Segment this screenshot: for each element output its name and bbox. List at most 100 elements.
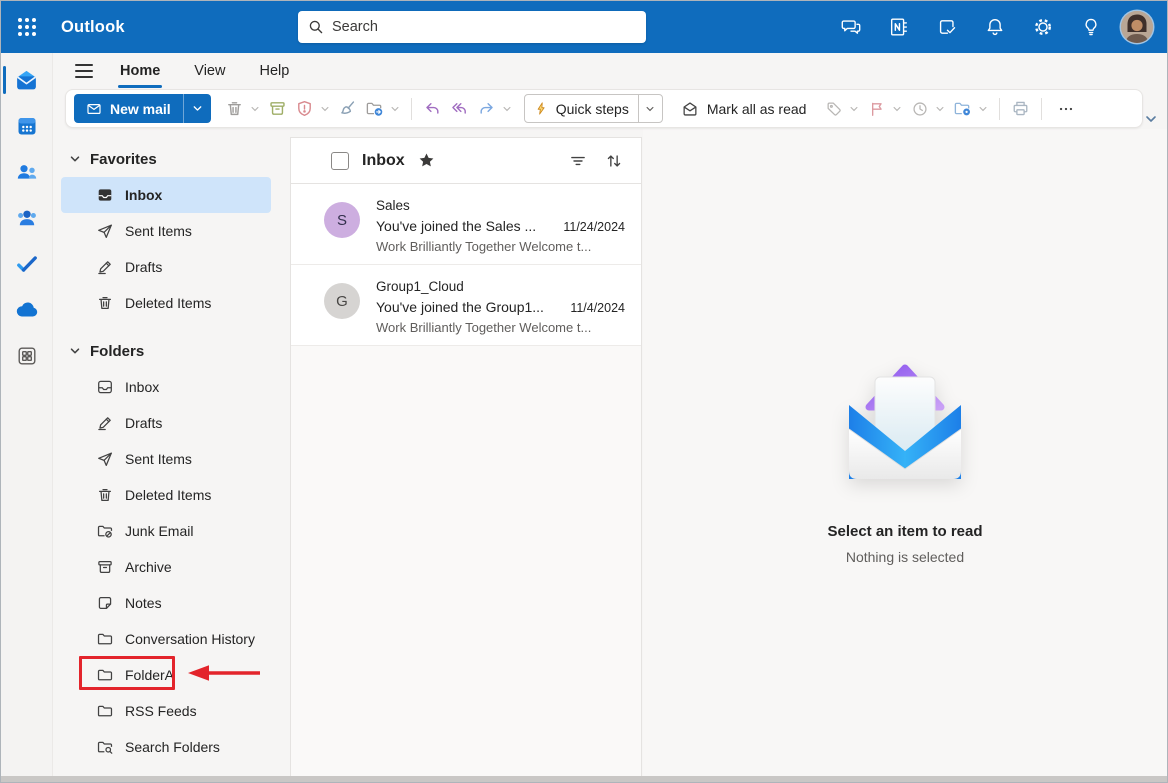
chevron-down-icon — [935, 104, 945, 114]
todo-app-icon — [15, 252, 39, 276]
folder-item-rss-feeds[interactable]: RSS Feeds — [61, 693, 271, 729]
quick-steps-split-button[interactable]: Quick steps — [524, 94, 663, 123]
favorite-item-deleted-items[interactable]: Deleted Items — [61, 285, 271, 321]
mark-all-as-read-button[interactable]: Mark all as read — [671, 95, 817, 123]
quick-steps-dropdown[interactable] — [638, 95, 662, 122]
todo-panel-button[interactable] — [923, 1, 971, 53]
archive-button[interactable] — [264, 95, 291, 123]
snooze-dropdown[interactable] — [933, 95, 947, 123]
delete-dropdown[interactable] — [248, 95, 262, 123]
folder-item-sent-items[interactable]: Sent Items — [61, 441, 271, 477]
reading-pane: Select an item to read Nothing is select… — [643, 129, 1167, 776]
people-app-icon — [15, 160, 39, 184]
folder-item-junk-email[interactable]: Junk Email — [61, 513, 271, 549]
new-mail-dropdown[interactable] — [183, 94, 211, 123]
new-mail-button[interactable]: New mail — [74, 94, 183, 123]
report-dropdown[interactable] — [318, 95, 332, 123]
groups-app-icon — [15, 206, 39, 230]
flag-dropdown[interactable] — [890, 95, 904, 123]
folder-item-drafts[interactable]: Drafts — [61, 405, 271, 441]
email-content: Sales You've joined the Sales ... 11/24/… — [376, 196, 627, 264]
window-bottom-scrollbar[interactable] — [1, 776, 1167, 782]
favorite-star-icon[interactable] — [418, 152, 435, 169]
quick-steps-button[interactable]: Quick steps — [525, 101, 638, 117]
lightbulb-icon — [1080, 16, 1102, 38]
more-ellipsis-icon — [1057, 100, 1075, 118]
tab-home[interactable]: Home — [105, 53, 175, 89]
archive-icon — [268, 99, 287, 118]
tips-button[interactable] — [1067, 1, 1115, 53]
folder-item-foldera[interactable]: FolderA — [61, 657, 271, 693]
clock-icon — [911, 100, 929, 118]
email-row-group1-cloud[interactable]: G Group1_Cloud You've joined the Group1.… — [291, 265, 641, 346]
email-sender: Sales — [376, 196, 627, 216]
move-to-button[interactable] — [361, 95, 388, 123]
reply-button[interactable] — [419, 95, 446, 123]
folder-item-inbox[interactable]: Inbox — [61, 369, 271, 405]
folder-item-notes[interactable]: Notes — [61, 585, 271, 621]
folder-item-search-folders[interactable]: Search Folders — [61, 729, 271, 765]
flag-button[interactable] — [863, 95, 890, 123]
filter-icon[interactable] — [569, 152, 587, 170]
categorize-button[interactable] — [820, 95, 847, 123]
email-sender: Group1_Cloud — [376, 277, 627, 297]
move-to-dropdown[interactable] — [388, 95, 402, 123]
tab-help[interactable]: Help — [244, 53, 304, 89]
folder-item-conversation-history[interactable]: Conversation History — [61, 621, 271, 657]
favorite-item-drafts[interactable]: Drafts — [61, 249, 271, 285]
folder-item-deleted-items[interactable]: Deleted Items — [61, 477, 271, 513]
sort-icon[interactable] — [605, 152, 623, 170]
select-all-checkbox[interactable] — [331, 152, 349, 170]
ribbon-toolbar: New mail — [65, 89, 1143, 128]
favorite-item-inbox[interactable]: Inbox — [61, 177, 271, 213]
rules-button[interactable] — [949, 95, 976, 123]
search-box[interactable] — [298, 11, 646, 43]
chevron-down-icon — [69, 153, 81, 165]
favorites-section-header[interactable]: Favorites — [53, 141, 290, 177]
reply-icon — [423, 99, 442, 118]
empty-state-title: Select an item to read — [827, 523, 982, 540]
sweep-button[interactable] — [334, 95, 361, 123]
report-button[interactable] — [291, 95, 318, 123]
rail-item-todo[interactable] — [1, 241, 52, 287]
settings-button[interactable] — [1019, 1, 1067, 53]
folders-section-header[interactable]: Folders — [53, 333, 290, 369]
onenote-feed-button[interactable] — [875, 1, 923, 53]
search-icon — [308, 19, 324, 35]
delete-button[interactable] — [221, 95, 248, 123]
tab-view[interactable]: View — [179, 53, 240, 89]
rail-item-groups[interactable] — [1, 195, 52, 241]
forward-dropdown[interactable] — [500, 95, 514, 123]
app-launcher-button[interactable] — [1, 1, 53, 53]
categorize-dropdown[interactable] — [847, 95, 861, 123]
rail-item-people[interactable] — [1, 149, 52, 195]
junk-folder-icon — [96, 522, 114, 540]
print-button[interactable] — [1007, 95, 1034, 123]
folder-item-label: RSS Feeds — [125, 703, 197, 719]
chat-button[interactable] — [827, 1, 875, 53]
forward-button[interactable] — [473, 95, 500, 123]
account-button[interactable] — [1115, 1, 1159, 53]
more-options-button[interactable] — [1049, 95, 1083, 123]
rail-item-onedrive[interactable] — [1, 287, 52, 333]
favorite-item-sent-items[interactable]: Sent Items — [61, 213, 271, 249]
rail-item-more-apps[interactable] — [1, 333, 52, 379]
move-to-folder-icon — [365, 99, 384, 118]
rules-dropdown[interactable] — [976, 95, 990, 123]
inbox-icon — [96, 378, 114, 396]
search-input[interactable] — [332, 19, 636, 35]
sender-avatar: S — [324, 202, 360, 238]
message-list-header: Inbox — [291, 138, 641, 184]
rail-item-calendar[interactable] — [1, 103, 52, 149]
snooze-button[interactable] — [906, 95, 933, 123]
reply-all-button[interactable] — [446, 95, 473, 123]
folder-item-archive[interactable]: Archive — [61, 549, 271, 585]
email-preview: Work Brilliantly Together Welcome t... — [376, 237, 627, 257]
folder-pane-toggle-button[interactable] — [67, 56, 101, 86]
notifications-button[interactable] — [971, 1, 1019, 53]
new-mail-split-button[interactable]: New mail — [74, 94, 211, 123]
rail-item-mail[interactable] — [1, 57, 52, 103]
folder-item-label: Inbox — [125, 379, 159, 395]
email-row-sales[interactable]: S Sales You've joined the Sales ... 11/2… — [291, 184, 641, 265]
ribbon-collapse-button[interactable] — [1141, 109, 1161, 129]
